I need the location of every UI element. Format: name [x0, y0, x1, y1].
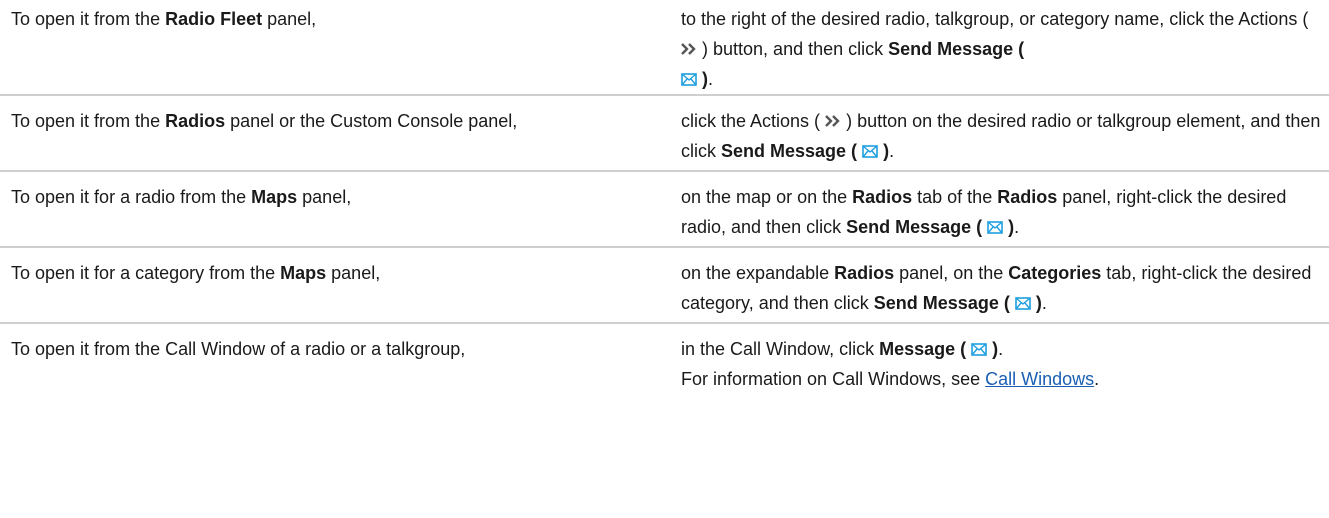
action-cell: on the map or on the Radios tab of the R… [671, 171, 1329, 247]
envelope-icon [862, 137, 878, 158]
action-cell: on the expandable Radios panel, on the C… [671, 247, 1329, 323]
envelope-icon [1015, 289, 1031, 310]
ui-term-send-message: Send Message ( [846, 217, 983, 237]
context-cell: To open it from the Radios panel or the … [0, 95, 671, 171]
ui-term-maps: Maps [251, 187, 298, 207]
text: on the map or on the [681, 187, 853, 207]
ui-term-maps: Maps [280, 263, 327, 283]
action-cell: in the Call Window, click Message ( ). Fo… [671, 323, 1329, 400]
ui-term-radios-tab: Radios [852, 187, 913, 207]
context-cell: To open it for a radio from the Maps pan… [0, 171, 671, 247]
text: panel, [262, 9, 317, 29]
text: to the right of the desired radio, talkg… [681, 9, 1309, 29]
text: . [1041, 293, 1047, 313]
double-chevron-right-icon [825, 106, 841, 127]
ui-term-radios: Radios [165, 111, 226, 131]
envelope-icon [971, 335, 987, 356]
text: . [1014, 217, 1020, 237]
text: To open it from the [11, 111, 166, 131]
text: panel, [297, 187, 352, 207]
ui-term-radios: Radios [834, 263, 895, 283]
text: . [1094, 369, 1100, 389]
ui-term-radio-fleet: Radio Fleet [165, 9, 263, 29]
text: tab of the [912, 187, 998, 207]
text: ) button, and then click [702, 39, 889, 59]
double-chevron-right-icon [681, 34, 697, 55]
action-cell: to the right of the desired radio, talkg… [671, 0, 1329, 95]
ui-term-send-message: Send Message ( [873, 293, 1010, 313]
text: panel or the Custom Console panel, [225, 111, 518, 131]
ui-term-categories: Categories [1008, 263, 1102, 283]
ui-term-message: Message ( [879, 339, 967, 359]
context-cell: To open it from the Call Window of a rad… [0, 323, 671, 400]
call-windows-link[interactable]: Call Windows [985, 369, 1094, 389]
text: To open it from the [11, 9, 166, 29]
instructions-table: To open it from the Radio Fleet panel, t… [0, 0, 1329, 400]
table-row: To open it for a category from the Maps … [0, 247, 1329, 323]
ui-term-radios-panel: Radios [997, 187, 1058, 207]
text: . [889, 141, 895, 161]
envelope-icon [681, 65, 697, 86]
ui-term-send-message: Send Message ( [721, 141, 858, 161]
table-row: To open it from the Radio Fleet panel, t… [0, 0, 1329, 95]
table-row: To open it from the Radios panel or the … [0, 95, 1329, 171]
text: . [708, 69, 714, 89]
action-cell: click the Actions ( ) button on the desi… [671, 95, 1329, 171]
envelope-icon [987, 213, 1003, 234]
text: click the Actions ( [681, 111, 821, 131]
text: panel, on the [894, 263, 1009, 283]
text: . [998, 339, 1004, 359]
ui-term-send-message: Send Message ( [888, 39, 1025, 59]
text: For information on Call Windows, see [681, 369, 986, 389]
context-cell: To open it for a category from the Maps … [0, 247, 671, 323]
text: To open it for a category from the [11, 263, 281, 283]
text: panel, [326, 263, 381, 283]
table-row: To open it for a radio from the Maps pan… [0, 171, 1329, 247]
text: on the expandable [681, 263, 835, 283]
text: To open it for a radio from the [11, 187, 252, 207]
text: in the Call Window, click [681, 339, 880, 359]
text: To open it from the Call Window of a rad… [11, 339, 466, 359]
context-cell: To open it from the Radio Fleet panel, [0, 0, 671, 95]
table-row: To open it from the Call Window of a rad… [0, 323, 1329, 400]
